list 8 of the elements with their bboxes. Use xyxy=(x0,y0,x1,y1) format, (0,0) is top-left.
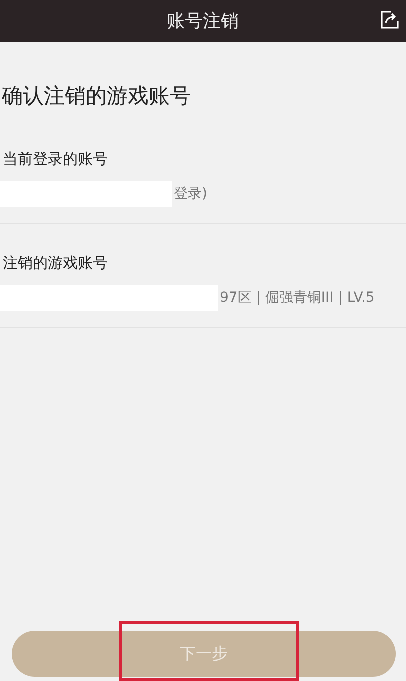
section-label: 当前登录的账号 xyxy=(3,150,109,169)
section-label: 注销的游戏账号 xyxy=(3,254,109,273)
account-value: 登录) xyxy=(174,185,208,203)
page-heading: 确认注销的游戏账号 xyxy=(2,83,192,110)
account-value: 97区 | 倔强青铜III | LV.5 xyxy=(220,289,375,307)
next-button[interactable]: 下一步 xyxy=(12,631,396,677)
window-title: 账号注销 xyxy=(167,10,239,33)
share-icon[interactable] xyxy=(380,10,400,30)
